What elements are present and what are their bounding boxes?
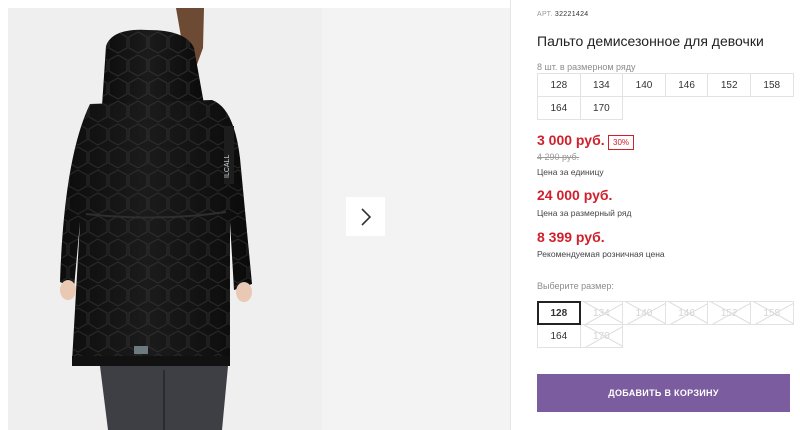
size-row-cell: 134 xyxy=(579,73,624,97)
size-row-cell: 140 xyxy=(622,73,666,97)
size-row-cell: 164 xyxy=(537,96,581,120)
size-option-158: 158 xyxy=(749,301,794,325)
article-number: 32221424 xyxy=(554,11,589,18)
pack-note: 8 шт. в размерном ряду xyxy=(537,62,636,72)
coat-illustration: ILCALL xyxy=(8,8,322,430)
chevron-right-icon xyxy=(360,207,371,226)
size-row-grid: 128 134 140 146 152 158 164 170 xyxy=(537,73,794,120)
unit-price: 3 000 руб. xyxy=(537,132,605,148)
old-price: 4 290 руб. xyxy=(537,152,580,162)
product-title: Пальто демисезонное для девочки xyxy=(537,33,764,49)
size-option-134: 134 xyxy=(579,301,624,325)
size-selector: 128 134 140 146 152 158 164 170 xyxy=(537,301,794,348)
size-row-cell: 158 xyxy=(749,73,794,97)
size-option-164[interactable]: 164 xyxy=(537,324,581,348)
row-price-caption: Цена за размерный ряд xyxy=(537,208,632,218)
article-line: АРТ. 32221424 xyxy=(537,11,588,18)
unit-price-caption: Цена за единицу xyxy=(537,167,604,177)
size-row-cell: 146 xyxy=(664,73,709,97)
size-row-cell: 152 xyxy=(707,73,751,97)
product-photo[interactable]: ILCALL xyxy=(8,8,322,430)
size-row-cell: 128 xyxy=(537,73,581,97)
size-row-cell: 170 xyxy=(579,96,624,120)
size-option-128[interactable]: 128 xyxy=(537,301,581,325)
discount-badge: 30% xyxy=(608,135,635,150)
add-to-cart-button[interactable]: ДОБАВИТЬ В КОРЗИНУ xyxy=(537,374,790,412)
svg-text:ILCALL: ILCALL xyxy=(224,155,231,178)
vertical-divider xyxy=(510,0,511,430)
size-option-140: 140 xyxy=(622,301,666,325)
article-label: АРТ. xyxy=(537,11,553,18)
size-option-152: 152 xyxy=(707,301,751,325)
size-option-170: 170 xyxy=(579,324,624,348)
gallery-next-button[interactable] xyxy=(346,197,385,236)
row-price: 24 000 руб. xyxy=(537,187,613,203)
product-gallery: ILCALL xyxy=(0,0,510,430)
retail-price: 8 399 руб. xyxy=(537,229,605,245)
retail-price-caption: Рекомендуемая розничная цена xyxy=(537,249,665,259)
size-select-label: Выберите размер: xyxy=(537,281,614,291)
size-option-146: 146 xyxy=(664,301,709,325)
